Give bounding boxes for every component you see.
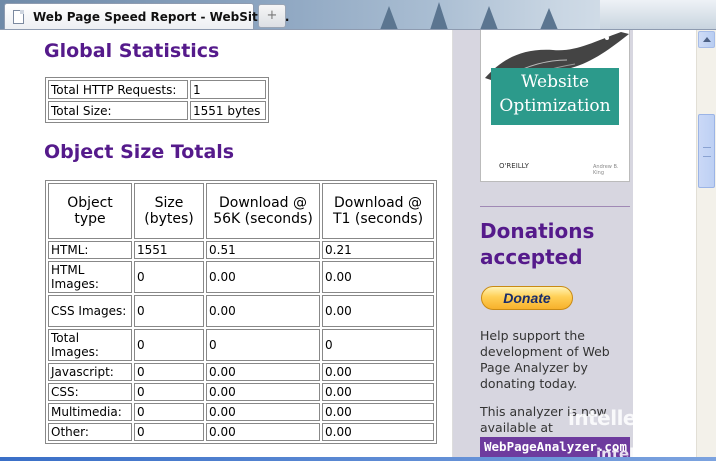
book-title: Website Optimization [499,72,611,116]
object-size-table: Object type Size (bytes) Download @ 56K (s… [45,180,437,444]
column-header: Size (bytes) [134,183,204,239]
donate-button[interactable]: Donate [481,286,573,310]
table-cell: 0.21 [322,241,434,259]
stat-value: 1 [190,80,266,99]
table-cell: 0.00 [322,383,434,401]
sidebar-divider [480,206,630,207]
background-tree [380,6,398,30]
stat-label: Total Size: [48,101,188,120]
browser-tab[interactable]: Web Page Speed Report - WebSiteO... [4,3,289,30]
table-cell: 0.00 [206,363,320,381]
table-cell: 0.51 [206,241,320,259]
global-statistics-table: Total HTTP Requests: 1 Total Size: 1551 byt… [45,77,269,123]
table-cell: 0.00 [322,403,434,421]
table-cell: 0 [134,329,204,361]
sidebar-panel: Website Optimization O'REILLY Andrew B. … [453,30,633,457]
table-cell: CSS: [48,383,132,401]
table-row: Multimedia: 0 0.00 0.00 [48,403,434,421]
book-author: Andrew B. King [593,164,619,176]
object-size-totals-heading: Object Size Totals [44,141,235,163]
new-tab-button[interactable]: + [258,4,286,28]
column-header: Object type [48,183,132,239]
table-row: Javascript: 0 0.00 0.00 [48,363,434,381]
table-cell: 0 [134,295,204,327]
table-cell: 0 [134,383,204,401]
table-cell: 1551 [134,241,204,259]
table-row: Total Size: 1551 bytes [48,101,266,120]
table-cell: Total Images: [48,329,132,361]
table-cell: 0.00 [206,423,320,441]
table-cell: 0.00 [322,295,434,327]
book-publisher: O'REILLY [499,162,529,170]
sidebar: Website Optimization O'REILLY Andrew B. … [452,30,656,457]
table-cell: 0.00 [322,261,434,293]
table-cell: 0 [134,363,204,381]
table-row: CSS: 0 0.00 0.00 [48,383,434,401]
table-cell: 0.00 [206,383,320,401]
table-row: Total Images: 0 0 0 [48,329,434,361]
book-cover-image[interactable]: Website Optimization O'REILLY Andrew B. … [480,30,630,182]
table-cell: Javascript: [48,363,132,381]
browser-tab-strip: Web Page Speed Report - WebSiteO... + [0,0,716,30]
taskbar-edge [0,457,716,461]
table-cell: 0.00 [206,403,320,421]
background-tree [480,6,498,30]
tab-title: Web Page Speed Report - WebSiteO... [33,10,290,24]
table-row: HTML Images: 0 0.00 0.00 [48,261,434,293]
scrollbar-thumb[interactable] [698,114,715,188]
table-row: CSS Images: 0 0.00 0.00 [48,295,434,327]
table-cell: 0.00 [322,423,434,441]
table-cell: CSS Images: [48,295,132,327]
table-cell: Other: [48,423,132,441]
stat-value: 1551 bytes [190,101,266,120]
donations-heading: Donations accepted [480,219,595,269]
webpageanalyzer-link[interactable]: WebPageAnalyzer.com [480,437,630,457]
table-cell: 0.00 [206,295,320,327]
table-row: HTML: 1551 0.51 0.21 [48,241,434,259]
page-content: Global Statistics Total HTTP Requests: 1 T… [0,30,696,457]
table-cell: Multimedia: [48,403,132,421]
background-tree [430,2,448,30]
stat-label: Total HTTP Requests: [48,80,188,99]
table-cell: 0 [206,329,320,361]
vertical-scrollbar[interactable] [696,30,716,457]
scroll-up-arrow-icon[interactable] [698,31,715,48]
global-statistics-heading: Global Statistics [44,40,220,62]
sidebar-edge [633,30,656,457]
plus-icon: + [266,8,278,23]
page-icon [13,10,24,24]
table-row: Other: 0 0.00 0.00 [48,423,434,441]
table-cell: 0 [134,423,204,441]
column-header: Download @ T1 (seconds) [322,183,434,239]
background-tree [540,8,558,30]
analyzer-text: This analyzer is now available at [480,404,607,435]
support-text: Help support the development of Web Page… [480,328,610,391]
table-cell: HTML: [48,241,132,259]
grip-icon [703,147,711,157]
column-header: Download @ 56K (seconds) [206,183,320,239]
table-cell: 0 [134,261,204,293]
table-cell: 0.00 [206,261,320,293]
table-cell: 0.00 [322,363,434,381]
main-column: Global Statistics Total HTTP Requests: 1 T… [0,30,452,457]
table-cell: HTML Images: [48,261,132,293]
background-snow [600,0,716,30]
table-cell: 0 [322,329,434,361]
table-row: Total HTTP Requests: 1 [48,80,266,99]
table-cell: 0 [134,403,204,421]
